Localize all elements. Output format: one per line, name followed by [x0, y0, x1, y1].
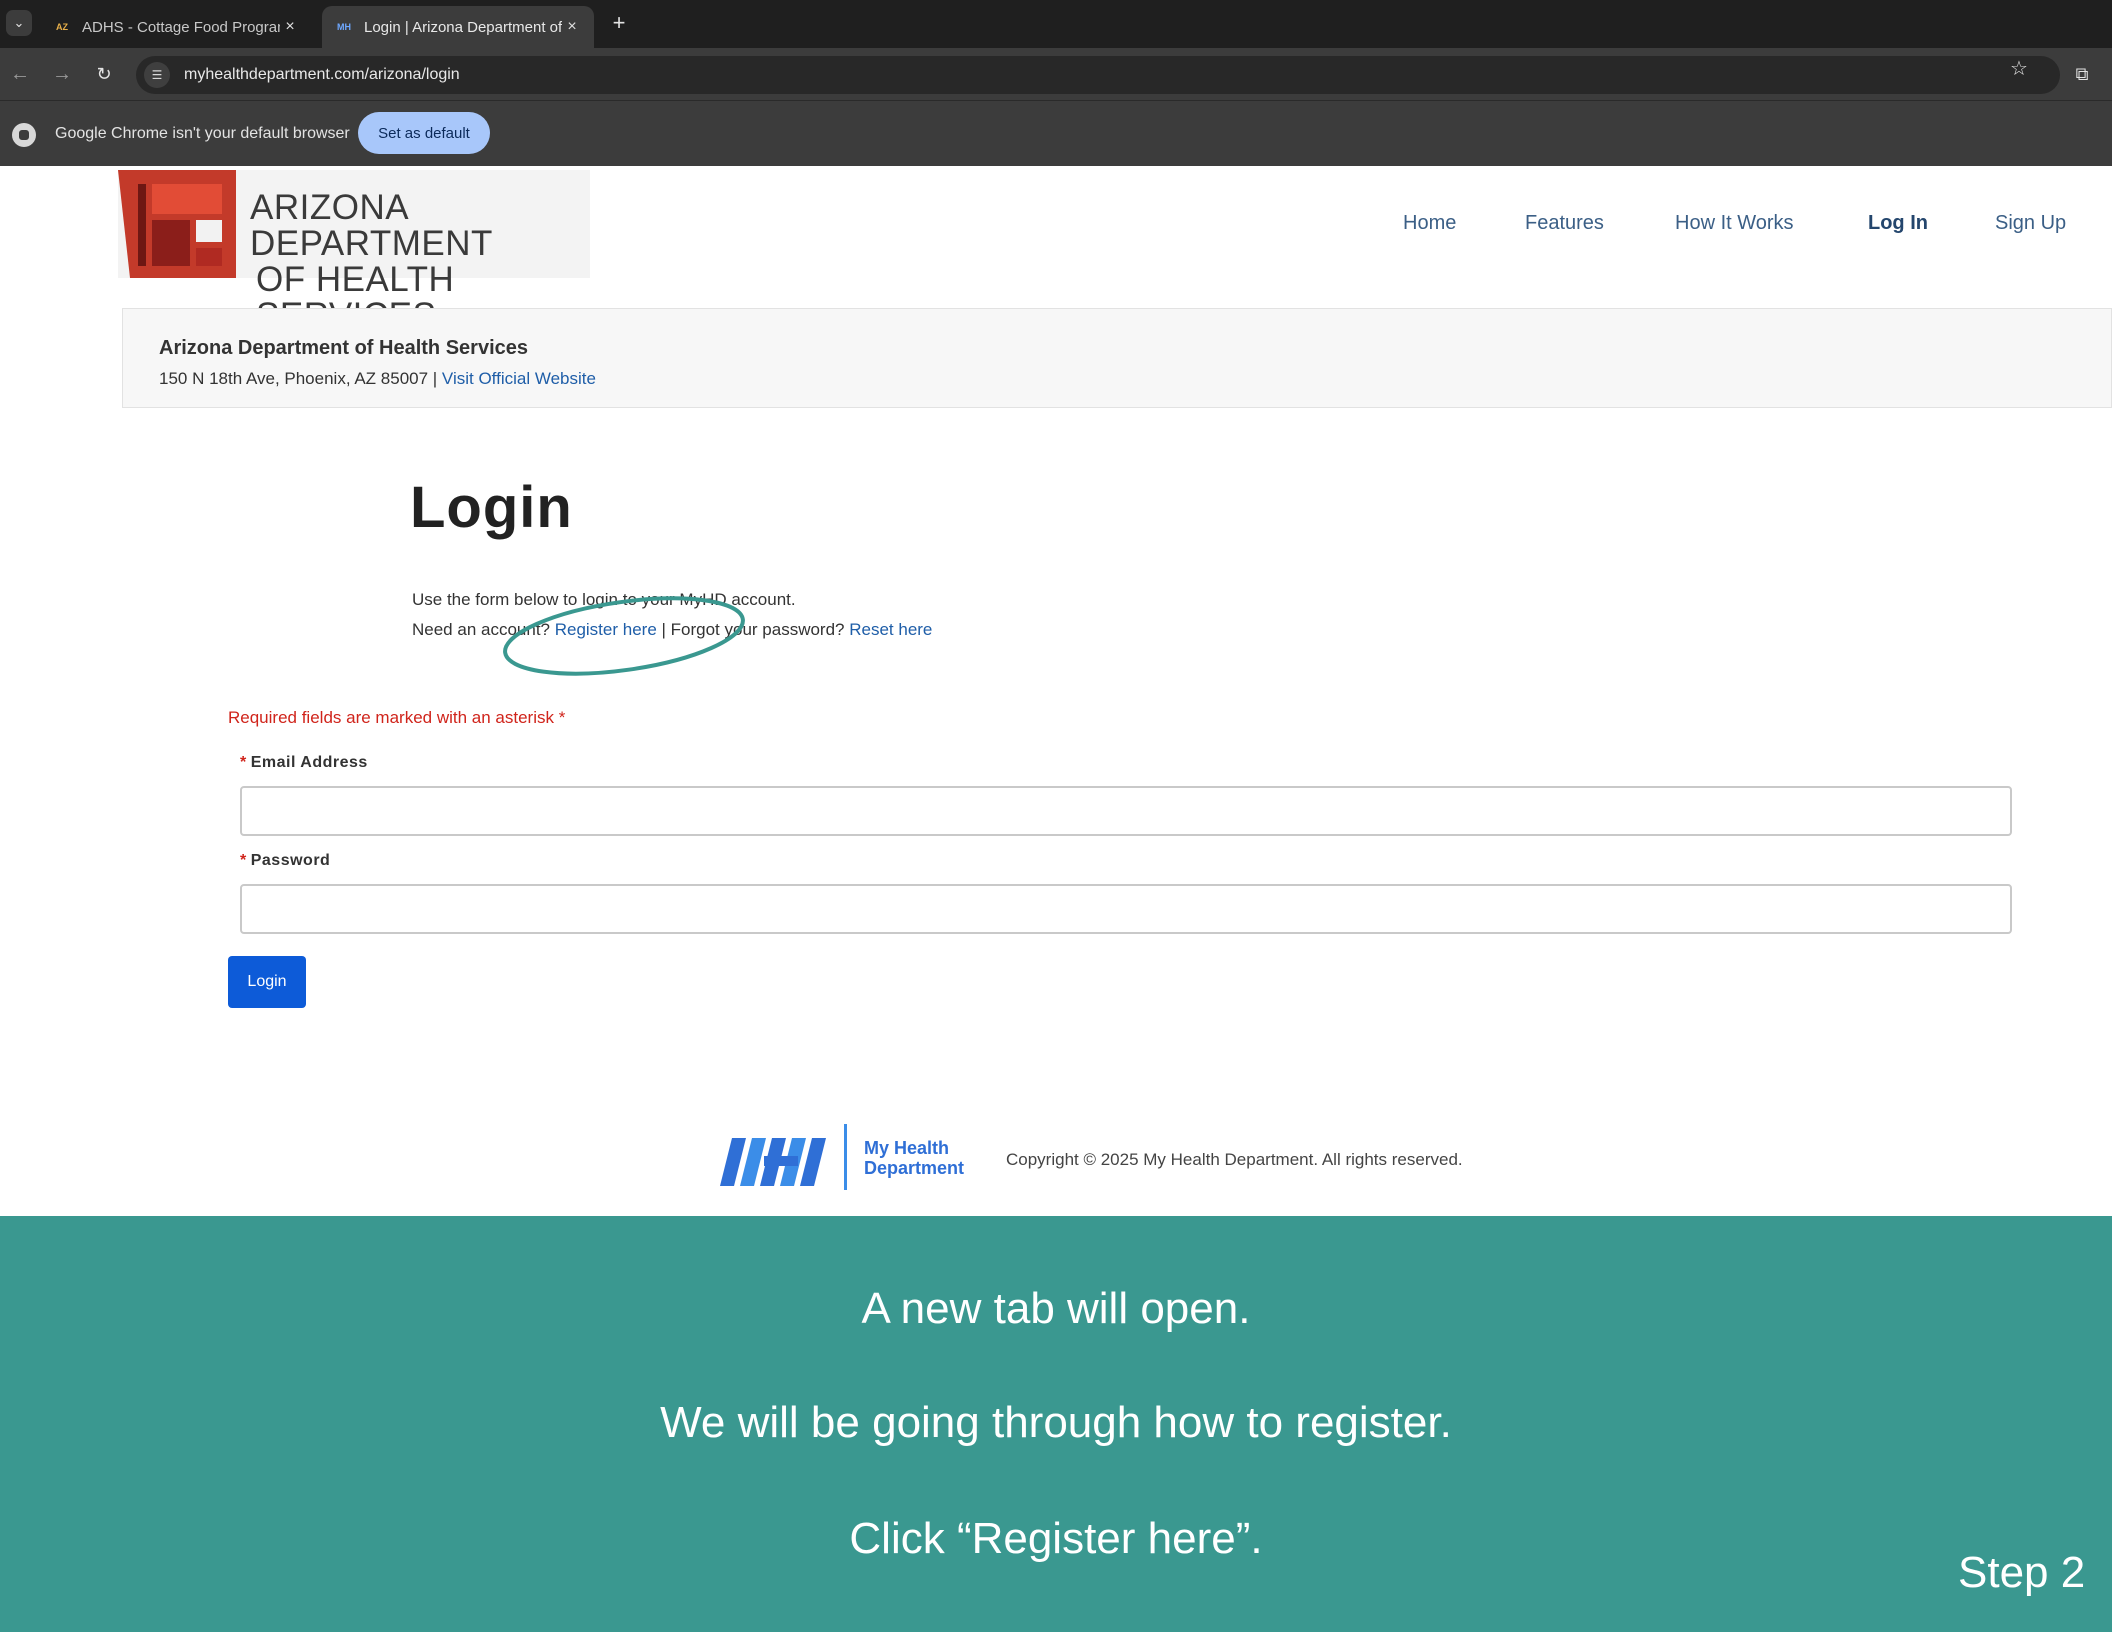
- puzzle-icon[interactable]: ⧉: [2068, 60, 2096, 88]
- footer-brand: My Health Department: [864, 1138, 964, 1178]
- nav-home[interactable]: Home: [1403, 212, 1456, 235]
- nav-how-it-works[interactable]: How It Works: [1675, 212, 1794, 235]
- nav-sign-up[interactable]: Sign Up: [1995, 212, 2066, 235]
- chrome-logo-icon: [12, 123, 36, 147]
- required-asterisk: *: [240, 852, 247, 869]
- adhs-favicon-icon: AZ: [56, 22, 68, 32]
- footer-divider: [844, 1124, 847, 1190]
- address-bar[interactable]: ☰ myhealthdepartment.com/arizona/login: [136, 56, 2060, 94]
- instruction-line-3: Click “Register here”.: [849, 1514, 1263, 1563]
- browser-toolbar: ← → ↻ ☰ myhealthdepartment.com/arizona/l…: [0, 48, 2112, 100]
- instruction-line-2: We will be going through how to register…: [660, 1398, 1452, 1447]
- department-address: 150 N 18th Ave, Phoenix, AZ 85007 | Visi…: [159, 369, 596, 389]
- step-label: Step 2: [1958, 1548, 2086, 1597]
- required-note-text: Required fields are marked with an aster…: [228, 708, 554, 727]
- password-label: * Password: [240, 852, 330, 870]
- email-label-text: Email Address: [250, 754, 368, 771]
- required-fields-note: Required fields are marked with an aster…: [228, 708, 565, 728]
- tab-title: Login | Arizona Department of Health Ser…: [364, 18, 562, 36]
- password-label-text: Password: [250, 852, 331, 869]
- reset-here-link[interactable]: Reset here: [849, 620, 932, 639]
- nav-features[interactable]: Features: [1525, 212, 1604, 235]
- arrow-left-icon[interactable]: ←: [6, 60, 34, 88]
- arrow-right-icon[interactable]: →: [48, 60, 76, 88]
- page-title: Login: [410, 475, 573, 540]
- footer-brand-line-1: My Health: [864, 1138, 950, 1158]
- myhd-favicon-icon: MH: [337, 22, 351, 32]
- copyright-text: Copyright © 2025 My Health Department. A…: [1006, 1150, 1463, 1169]
- tab-title: ADHS - Cottage Food Program: [82, 18, 280, 36]
- tab-adhs-cottage-food[interactable]: AZ ADHS - Cottage Food Program ×: [40, 6, 312, 48]
- reload-icon[interactable]: ↻: [90, 60, 118, 88]
- visit-official-website-link[interactable]: Visit Official Website: [442, 369, 596, 388]
- department-name: Arizona Department of Health Services: [159, 337, 528, 359]
- required-asterisk: *: [558, 708, 566, 727]
- department-info-box: Arizona Department of Health Services 15…: [122, 308, 2112, 408]
- nav-log-in[interactable]: Log In: [1868, 212, 1928, 235]
- star-icon[interactable]: ☆: [2010, 56, 2028, 81]
- chevron-down-icon[interactable]: ⌄: [6, 10, 32, 36]
- instruction-banner: A new tab will open. We will be going th…: [0, 1216, 2112, 1632]
- instruction-line-1: A new tab will open.: [861, 1284, 1251, 1333]
- close-icon[interactable]: ×: [280, 18, 300, 36]
- url-text[interactable]: myhealthdepartment.com/arizona/login: [184, 66, 460, 84]
- default-browser-infobar: Google Chrome isn't your default browser: [0, 100, 2112, 166]
- set-as-default-button[interactable]: Set as default: [358, 112, 490, 154]
- new-tab-button[interactable]: +: [606, 10, 632, 36]
- annotation-circle: [503, 596, 745, 676]
- web-page: ARIZONA DEPARTMENT OF HEALTH SERVICES Ho…: [0, 166, 2112, 1216]
- address-text: 150 N 18th Ave, Phoenix, AZ 85007 |: [159, 369, 442, 388]
- close-icon[interactable]: ×: [562, 18, 582, 36]
- main-navigation: Home Features How It Works Log In Sign U…: [0, 212, 2112, 242]
- password-field[interactable]: [240, 884, 2012, 934]
- infobar-message: Google Chrome isn't your default browser: [55, 125, 350, 142]
- login-button[interactable]: Login: [228, 956, 306, 1008]
- tune-icon[interactable]: ☰: [144, 62, 170, 88]
- browser-tab-strip: ⌄ AZ ADHS - Cottage Food Program × MH Lo…: [0, 0, 2112, 48]
- email-field[interactable]: [240, 786, 2012, 836]
- email-label: * Email Address: [240, 754, 368, 772]
- required-asterisk: *: [240, 754, 247, 771]
- footer-brand-line-2: Department: [864, 1158, 965, 1178]
- site-footer: My Health Department Copyright © 2025 My…: [720, 1124, 1540, 1196]
- my-health-department-logo-icon: [720, 1138, 826, 1186]
- tab-login-adhs[interactable]: MH Login | Arizona Department of Health …: [322, 6, 594, 48]
